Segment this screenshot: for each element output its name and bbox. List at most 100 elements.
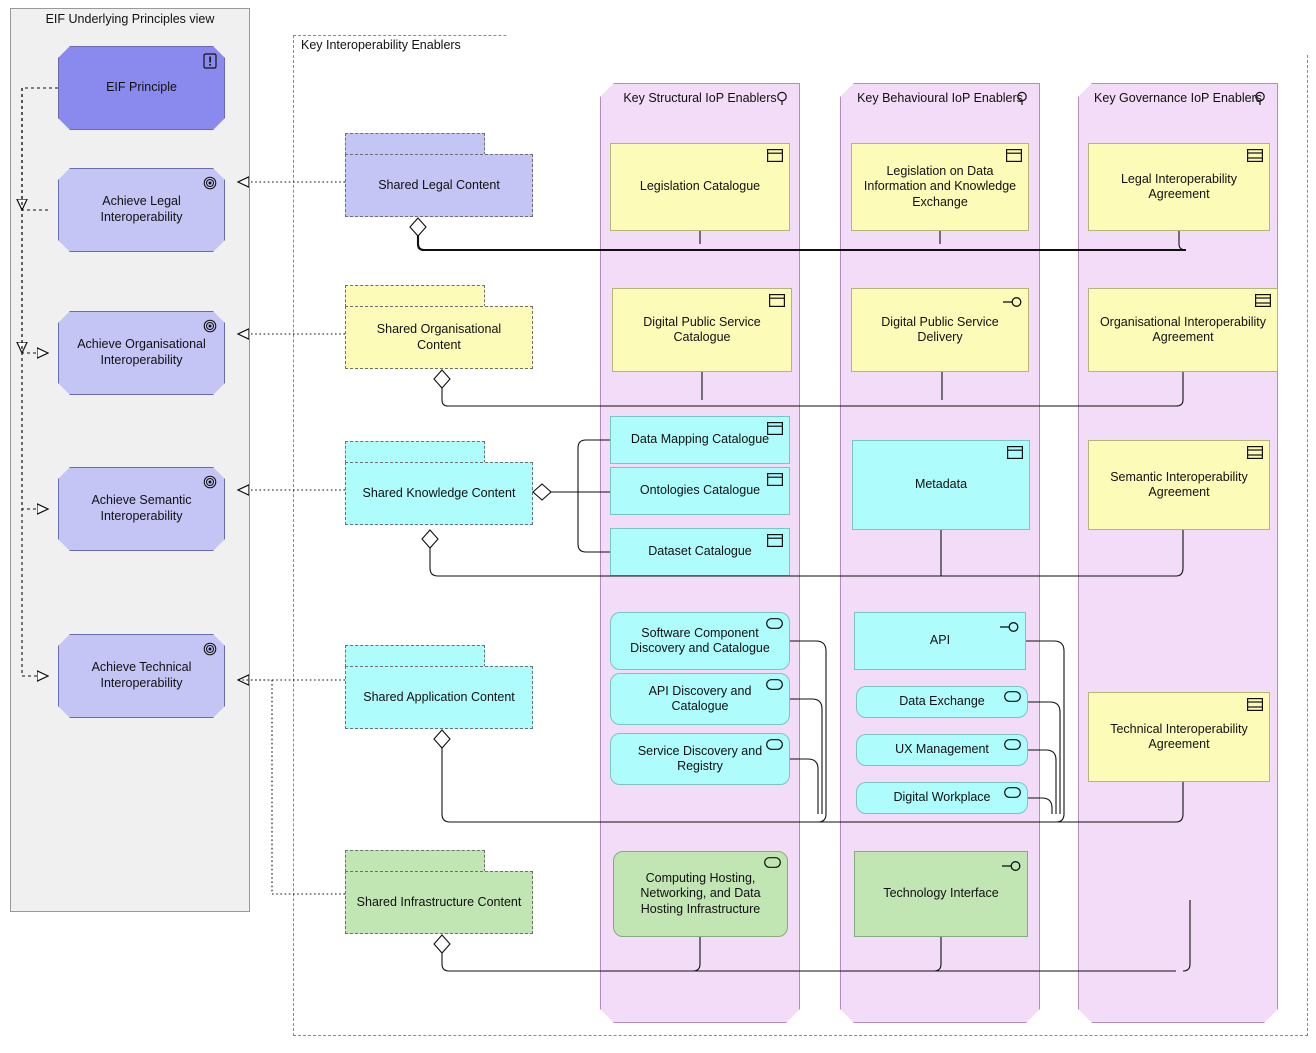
business-object-icon	[769, 294, 785, 307]
element-label: Legal Interoperability Agreement	[1120, 171, 1238, 202]
package-label: Shared Organisational Content	[345, 306, 533, 369]
package-tab	[345, 441, 485, 463]
package-tab	[345, 285, 485, 307]
contract-icon	[1255, 294, 1271, 307]
goal-icon	[203, 474, 217, 490]
column-title: Key Governance IoP Enablers	[1094, 91, 1262, 105]
eif-principle-label: EIF Principle	[106, 80, 177, 95]
contract-icon	[1247, 698, 1263, 711]
element-legislation-catalogue[interactable]: Legislation Catalogue	[610, 143, 790, 231]
application-service-icon	[1004, 787, 1021, 798]
element-digital-public-service-catalogue[interactable]: Digital Public Service Catalogue	[612, 288, 792, 372]
element-label: API Discovery and Catalogue	[648, 683, 752, 714]
package-shared-legal-content[interactable]: Shared Legal Content	[345, 133, 533, 217]
key-interoperability-enablers-title: Key Interoperability Enablers	[301, 38, 461, 52]
business-object-icon	[1007, 446, 1023, 459]
application-service-icon	[1004, 739, 1021, 750]
business-object-icon	[1006, 149, 1022, 162]
element-digital-public-service-delivery[interactable]: Digital Public Service Delivery	[851, 288, 1029, 372]
element-semantic-interoperability-agreement[interactable]: Semantic Interoperability Agreement	[1088, 440, 1270, 530]
element-label: Technology Interface	[883, 886, 999, 901]
package-label: Shared Legal Content	[345, 154, 533, 217]
element-label: Legislation Catalogue	[639, 179, 761, 194]
element-label: UX Management	[895, 742, 989, 757]
element-label: Data Mapping Catalogue	[630, 432, 770, 447]
package-tab	[345, 645, 485, 667]
package-shared-application-content[interactable]: Shared Application Content	[345, 645, 533, 729]
interface-icon	[1002, 861, 1021, 871]
element-legislation-on-data-information-and-knowledge-exchange[interactable]: Legislation on Data Information and Know…	[851, 143, 1029, 231]
interface-icon	[1000, 622, 1019, 632]
goal-icon	[203, 641, 217, 657]
package-shared-knowledge-content[interactable]: Shared Knowledge Content	[345, 441, 533, 525]
contract-icon	[1247, 446, 1263, 459]
business-object-icon	[767, 149, 783, 162]
package-tab	[345, 133, 485, 155]
business-object-icon	[767, 534, 783, 547]
goal-label: Achieve Organisational Interoperability	[77, 337, 206, 367]
goal-icon	[203, 175, 217, 191]
application-service-icon	[766, 739, 783, 750]
column-title: Key Behavioural IoP Enablers	[857, 91, 1023, 105]
element-technology-interface[interactable]: Technology Interface	[854, 851, 1028, 937]
element-data-mapping-catalogue[interactable]: Data Mapping Catalogue	[610, 416, 790, 464]
element-digital-workplace[interactable]: Digital Workplace	[856, 782, 1028, 814]
magnifier-icon	[1254, 91, 1268, 106]
goal-label: Achieve Legal Interoperability	[100, 194, 183, 224]
element-label: Computing Hosting, Networking, and Data …	[640, 870, 761, 916]
element-technical-interoperability-agreement[interactable]: Technical Interoperability Agreement	[1088, 692, 1270, 782]
application-service-icon	[766, 679, 783, 690]
element-label: Digital Public Service Delivery	[881, 314, 999, 345]
element-ux-management[interactable]: UX Management	[856, 734, 1028, 766]
eif-underlying-principles-view	[10, 8, 250, 912]
element-label: Metadata	[914, 477, 968, 492]
element-software-component-discovery-and-catalogue[interactable]: Software Component Discovery and Catalog…	[610, 612, 790, 670]
magnifier-icon	[1016, 91, 1030, 106]
application-service-icon	[766, 618, 783, 629]
element-organisational-interoperability-agreement[interactable]: Organisational Interoperability Agreemen…	[1088, 288, 1278, 372]
element-label: Service Discovery and Registry	[637, 743, 763, 774]
business-object-icon	[767, 473, 783, 486]
element-metadata[interactable]: Metadata	[852, 440, 1030, 530]
goal-achieve-legal-interoperability[interactable]: Achieve Legal Interoperability	[58, 168, 225, 252]
element-label: Legislation on Data Information and Know…	[863, 163, 1017, 209]
package-label: Shared Infrastructure Content	[345, 871, 533, 934]
package-label: Shared Knowledge Content	[345, 462, 533, 525]
package-shared-organisational-content[interactable]: Shared Organisational Content	[345, 285, 533, 369]
element-api[interactable]: API	[854, 612, 1026, 670]
element-label: Digital Public Service Catalogue	[643, 314, 761, 345]
business-object-icon	[767, 422, 783, 435]
element-label: Data Exchange	[899, 694, 985, 709]
element-api-discovery-and-catalogue[interactable]: API Discovery and Catalogue	[610, 673, 790, 725]
element-dataset-catalogue[interactable]: Dataset Catalogue	[610, 528, 790, 576]
element-label: Digital Workplace	[893, 790, 991, 805]
contract-icon	[1247, 149, 1263, 162]
element-data-exchange[interactable]: Data Exchange	[856, 686, 1028, 718]
goal-label: Achieve Semantic Interoperability	[91, 493, 192, 523]
goal-label: Achieve Technical Interoperability	[91, 660, 192, 690]
package-tab	[345, 850, 485, 872]
element-label: Semantic Interoperability Agreement	[1110, 469, 1248, 500]
element-label: Technical Interoperability Agreement	[1110, 721, 1248, 752]
element-label: Organisational Interoperability Agreemen…	[1099, 314, 1267, 345]
principle-icon	[203, 53, 217, 69]
goal-achieve-organisational-interoperability[interactable]: Achieve Organisational Interoperability	[58, 311, 225, 395]
element-label: Dataset Catalogue	[648, 544, 752, 559]
goal-achieve-technical-interoperability[interactable]: Achieve Technical Interoperability	[58, 634, 225, 718]
element-service-discovery-and-registry[interactable]: Service Discovery and Registry	[610, 733, 790, 785]
package-label: Shared Application Content	[345, 666, 533, 729]
interface-icon	[1003, 297, 1022, 307]
element-legal-interoperability-agreement[interactable]: Legal Interoperability Agreement	[1088, 143, 1270, 231]
application-service-icon	[1004, 691, 1021, 702]
goal-icon	[203, 318, 217, 334]
element-ontologies-catalogue[interactable]: Ontologies Catalogue	[610, 467, 790, 515]
package-shared-infrastructure-content[interactable]: Shared Infrastructure Content	[345, 850, 533, 934]
element-label: Ontologies Catalogue	[639, 483, 761, 498]
magnifier-icon	[776, 91, 790, 106]
goal-achieve-semantic-interoperability[interactable]: Achieve Semantic Interoperability	[58, 467, 225, 551]
element-label: Software Component Discovery and Catalog…	[630, 625, 770, 656]
element-computing-hosting-networking-data-hosting-infrastructure[interactable]: Computing Hosting, Networking, and Data …	[613, 851, 788, 937]
eif-principle-element[interactable]: EIF Principle	[58, 46, 225, 130]
element-label: API	[929, 633, 951, 648]
eif-view-title: EIF Underlying Principles view	[45, 12, 215, 26]
